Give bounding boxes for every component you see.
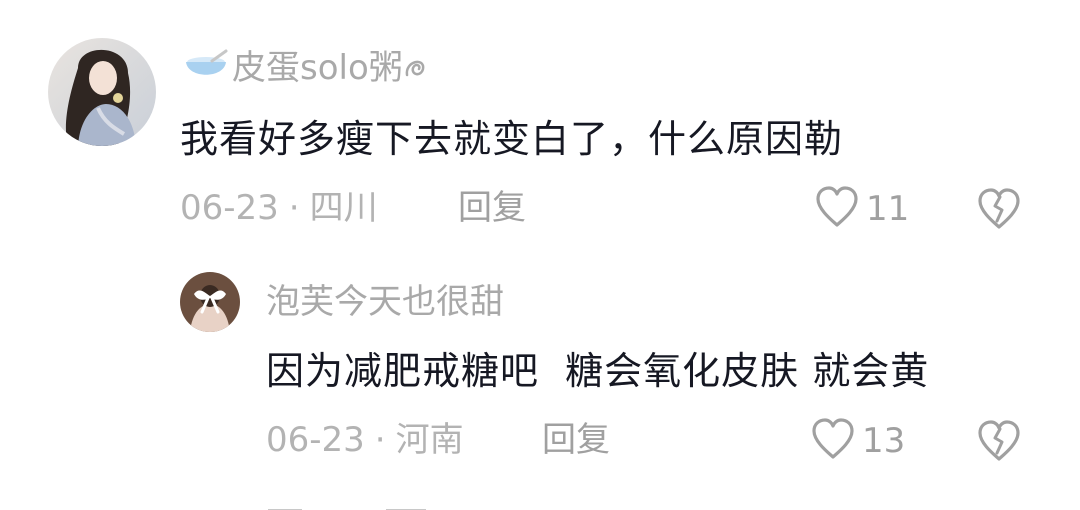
next-reply-partial (268, 498, 468, 510)
meta-separator: · (288, 188, 300, 228)
avatar[interactable] (48, 38, 156, 146)
broken-heart-icon (976, 188, 1022, 234)
broken-heart-icon (976, 420, 1022, 466)
meta-separator: · (374, 420, 386, 460)
reply-button[interactable]: 回复 (542, 420, 610, 460)
reply-text: 因为减肥戒糖吧 糖会氧化皮肤 就会黄 (266, 349, 930, 393)
dislike-button[interactable] (976, 420, 1022, 466)
avatar-image (48, 38, 156, 146)
reply-avatar[interactable] (180, 272, 240, 332)
comment-text: 我看好多瘦下去就变白了，什么原因勒 (180, 117, 844, 161)
comment-date: 06-23 (180, 188, 279, 228)
reply-username[interactable]: 泡芙今天也很甜 (266, 282, 504, 322)
username[interactable]: 皮蛋solo粥 (182, 48, 429, 92)
username-text: 皮蛋solo粥 (232, 48, 403, 88)
comment-location: 四川 (309, 188, 378, 228)
comment-section: 皮蛋solo粥 我看好多瘦下去就变白了，什么原因勒 06-23 · 四川 回复 11 (0, 0, 1080, 510)
like-button[interactable]: 13 (810, 418, 905, 464)
like-count: 13 (862, 421, 906, 461)
bowl-icon (182, 49, 230, 92)
curl-icon (403, 50, 429, 90)
reply-button[interactable]: 回复 (458, 188, 526, 228)
reply-location: 河南 (395, 420, 464, 460)
reply-meta: 06-23 · 河南 (266, 420, 464, 460)
avatar-image (180, 272, 240, 332)
heart-outline-icon (810, 418, 856, 464)
comment-meta: 06-23 · 四川 (180, 188, 378, 228)
dislike-button[interactable] (976, 188, 1022, 234)
like-button[interactable]: 11 (814, 186, 909, 232)
reply-date: 06-23 (266, 420, 365, 460)
like-count: 11 (866, 189, 910, 229)
heart-outline-icon (814, 186, 860, 232)
